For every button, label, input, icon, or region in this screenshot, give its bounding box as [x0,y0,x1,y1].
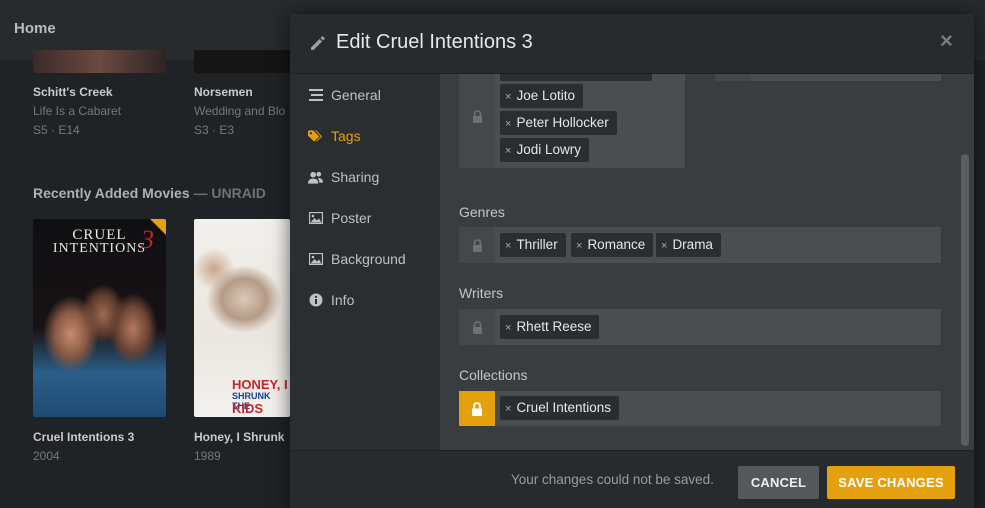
tag-chip[interactable]: × Cruel Intentions [500,396,619,420]
info-icon [308,293,323,308]
tag-label: Peter Hollocker [516,115,609,130]
remove-tag-icon[interactable]: × [505,91,511,103]
tag-chip[interactable]: × Joe Lotito [500,84,583,108]
movie-title[interactable]: Honey, I Shrunk [194,430,284,444]
nav-label: General [331,87,381,103]
section-library: UNRAID [211,185,266,201]
poster-title-number: 3 [141,225,154,254]
nav-item-info[interactable]: Info [308,290,354,310]
tag-label: Jodi Lowry [516,142,581,157]
modal-footer: Your changes could not be saved. CANCEL … [290,450,974,508]
remove-tag-icon[interactable]: × [661,240,667,252]
lock-icon [472,320,482,334]
remove-tag-icon[interactable]: × [576,240,582,252]
pencil-icon [308,33,328,53]
save-changes-button[interactable]: SAVE CHANGES [827,466,955,499]
lock-toggle[interactable] [459,391,495,426]
cancel-button[interactable]: CANCEL [738,466,819,499]
card-title[interactable]: Norsemen [194,85,253,99]
tag-chip[interactable]: × Drama [656,233,721,257]
nav-label: Sharing [331,169,380,185]
card-subtitle: Life Is a Cabaret [33,104,122,118]
nav-item-general[interactable]: General [308,85,381,105]
lock-icon [472,109,482,123]
lock-icon [472,238,482,252]
close-icon[interactable]: × [940,30,956,52]
tag-chip[interactable]: × Peter Hollocker [500,111,617,135]
lock-toggle[interactable] [459,227,495,263]
modal-header: Edit Cruel Intentions 3 × [290,14,974,74]
nav-item-sharing[interactable]: Sharing [308,167,379,187]
remove-tag-icon[interactable]: × [505,322,511,334]
field-label-collections: Collections [459,367,528,383]
remove-tag-icon[interactable]: × [505,403,511,415]
tag-label: Drama [672,237,713,252]
tag-label: Joe Lotito [516,88,575,103]
tag-label: Rhett Reese [516,319,592,334]
tag-chip[interactable]: × Jodi Lowry [500,138,589,162]
movie-poster[interactable]: HONEY, I SHRUNK THE KIDS [194,219,290,417]
home-title[interactable]: Home [14,20,56,37]
image-icon [308,211,323,226]
episode-thumbnail[interactable] [194,50,290,73]
field-label-writers: Writers [459,285,504,301]
tag-chip[interactable]: × Thriller [500,233,566,257]
collections-field[interactable]: × Cruel Intentions [459,391,941,426]
section-separator: — [189,185,212,201]
remove-tag-icon[interactable]: × [505,240,511,252]
nav-label: Poster [331,210,372,226]
users-icon [308,170,323,185]
nav-label: Tags [331,128,361,144]
nav-item-tags[interactable]: Tags [308,126,361,146]
tag-label: Thriller [516,237,558,252]
tag-icon [308,129,323,144]
modal-title: Edit Cruel Intentions 3 [336,31,533,53]
modal-sidebar: General Tags Sharing Poster Background I… [290,74,440,450]
movie-title[interactable]: Cruel Intentions 3 [33,430,134,444]
nav-label: Info [331,292,355,308]
tag-label: Romance [587,237,646,252]
movie-poster[interactable]: CRUEL INTENTIONS 3 [33,219,166,417]
remove-tag-icon[interactable]: × [505,145,511,157]
list-icon [308,88,323,103]
episode-thumbnail[interactable] [33,50,166,73]
card-meta: S5 · E14 [33,123,80,137]
section-title-text: Recently Added Movies [33,185,190,201]
genres-field[interactable]: × Thriller × Romance × Drama [459,227,941,263]
image-icon [308,252,323,267]
lock-toggle[interactable] [459,74,495,168]
card-meta: S3 · E3 [194,123,235,137]
poster-title-line: HONEY, I [232,377,288,392]
movie-year: 2004 [33,449,60,463]
writers-field[interactable]: × Rhett Reese [459,309,941,345]
field-label-genres: Genres [459,204,505,220]
lock-toggle[interactable] [459,309,495,345]
remove-tag-icon[interactable]: × [505,118,511,130]
poster-title-line: KIDS [232,401,264,416]
card-subtitle: Wedding and Blo [194,104,286,118]
tag-chip[interactable]: × Rhett Reese [500,315,600,339]
section-title[interactable]: Recently Added Movies — UNRAID [33,185,266,201]
tags-content: × Joe Lotito × Peter Hollocker × Jodi Lowry… [440,74,974,450]
tag-label: Cruel Intentions [516,400,611,415]
lock-toggle[interactable] [715,74,751,81]
lock-icon [472,401,482,416]
nav-item-poster[interactable]: Poster [308,208,371,228]
scrollbar-thumb[interactable] [961,154,969,446]
tag-chip[interactable] [500,74,652,81]
nav-item-background[interactable]: Background [308,249,406,269]
tag-field-partial[interactable]: × Joe Lotito × Peter Hollocker × Jodi Lowry [459,74,685,168]
nav-label: Background [331,251,406,267]
error-message: Your changes could not be saved. [511,472,714,487]
card-title[interactable]: Schitt's Creek [33,85,113,99]
tag-field-partial[interactable] [715,74,941,81]
tag-chip[interactable]: × Romance [571,233,654,257]
edit-modal: Edit Cruel Intentions 3 × General Tags S… [290,14,974,508]
movie-year: 1989 [194,449,221,463]
